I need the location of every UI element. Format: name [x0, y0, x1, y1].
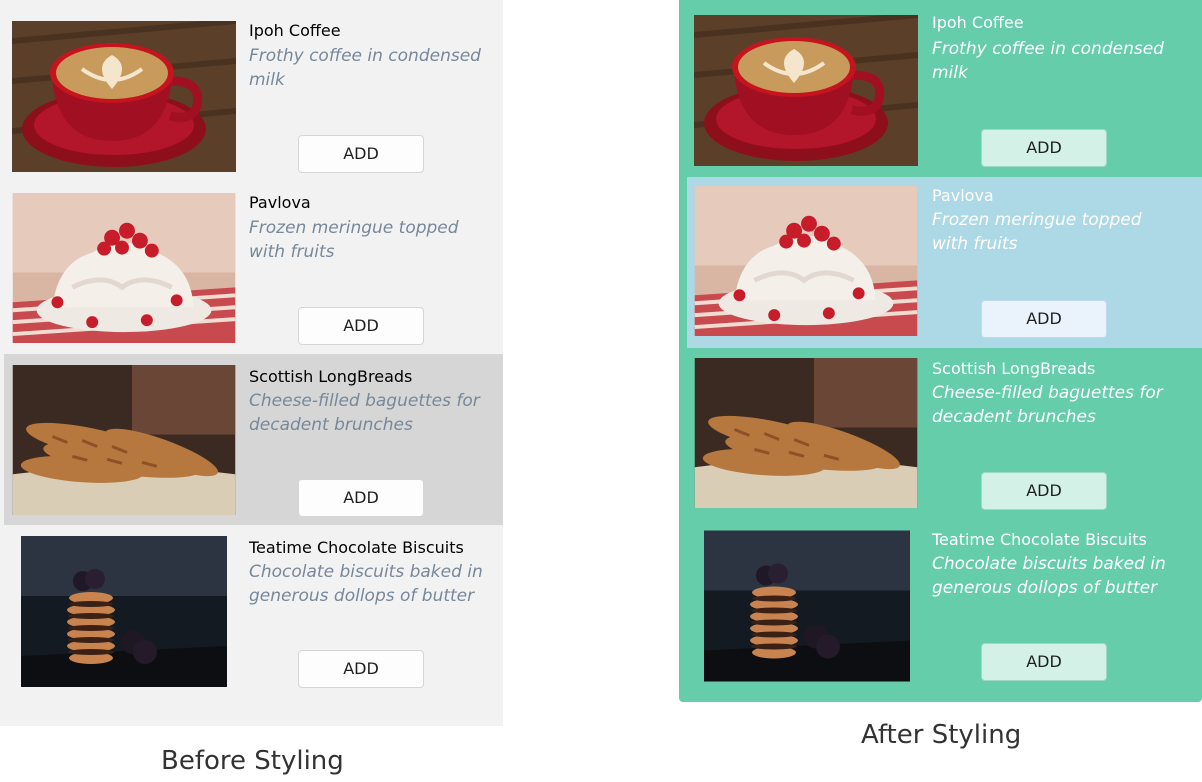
- add-button[interactable]: ADD: [298, 307, 424, 345]
- add-button[interactable]: ADD: [981, 472, 1107, 510]
- caption-after-styling: After Styling: [861, 720, 1022, 750]
- list-item-selected[interactable]: Scottish LongBreads Cheese-filled baguet…: [4, 354, 503, 525]
- item-name: Pavlova: [249, 193, 311, 212]
- add-button[interactable]: ADD: [981, 300, 1107, 338]
- list-item[interactable]: Ipoh Coffee Frothy coffee in condensed m…: [0, 0, 503, 173]
- list-item[interactable]: Scottish LongBreads Cheese-filled baguet…: [679, 348, 1202, 519]
- item-description: Frothy coffee in condensed milk: [932, 39, 1164, 83]
- add-button[interactable]: ADD: [981, 643, 1107, 681]
- item-description: Frozen meringue topped with fruits: [932, 210, 1142, 254]
- pavlova-photo: [694, 186, 918, 336]
- baguettes-photo: [12, 365, 236, 515]
- list-item-selected[interactable]: Pavlova Frozen meringue topped with frui…: [687, 177, 1202, 348]
- item-name: Ipoh Coffee: [932, 13, 1024, 32]
- item-name: Pavlova: [932, 186, 994, 205]
- list-item[interactable]: Teatime Chocolate Biscuits Chocolate bis…: [0, 526, 503, 697]
- item-description: Frozen meringue topped with fruits: [249, 218, 459, 262]
- caption-before-styling: Before Styling: [161, 746, 344, 776]
- list-item[interactable]: Ipoh Coffee Frothy coffee in condensed m…: [679, 0, 1202, 172]
- baguettes-photo: [694, 358, 918, 508]
- item-name: Scottish LongBreads: [249, 367, 413, 386]
- item-description: Frothy coffee in condensed milk: [249, 46, 481, 90]
- item-name: Ipoh Coffee: [249, 21, 341, 40]
- item-description: Cheese-filled baguettes for decadent bru…: [932, 383, 1163, 427]
- list-item[interactable]: Teatime Chocolate Biscuits Chocolate bis…: [679, 519, 1202, 690]
- coffee-cup-photo: [694, 15, 918, 166]
- add-button[interactable]: ADD: [298, 650, 424, 688]
- item-description: Chocolate biscuits baked in generous dol…: [932, 554, 1166, 598]
- chocolate-biscuits-photo: [704, 530, 910, 682]
- item-name: Scottish LongBreads: [932, 359, 1096, 378]
- add-button[interactable]: ADD: [298, 479, 424, 517]
- pavlova-photo: [12, 193, 236, 343]
- item-description: Chocolate biscuits baked in generous dol…: [249, 562, 483, 606]
- list-item[interactable]: Pavlova Frozen meringue topped with frui…: [0, 172, 503, 345]
- add-button[interactable]: ADD: [981, 129, 1107, 167]
- list-after-styling: Ipoh Coffee Frothy coffee in condensed m…: [679, 0, 1202, 702]
- chocolate-biscuits-photo: [21, 535, 227, 688]
- item-name: Teatime Chocolate Biscuits: [249, 538, 464, 557]
- coffee-cup-photo: [12, 21, 236, 172]
- add-button[interactable]: ADD: [298, 135, 424, 173]
- list-before-styling: Ipoh Coffee Frothy coffee in condensed m…: [0, 0, 503, 726]
- item-description: Cheese-filled baguettes for decadent bru…: [249, 391, 480, 435]
- item-name: Teatime Chocolate Biscuits: [932, 530, 1147, 549]
